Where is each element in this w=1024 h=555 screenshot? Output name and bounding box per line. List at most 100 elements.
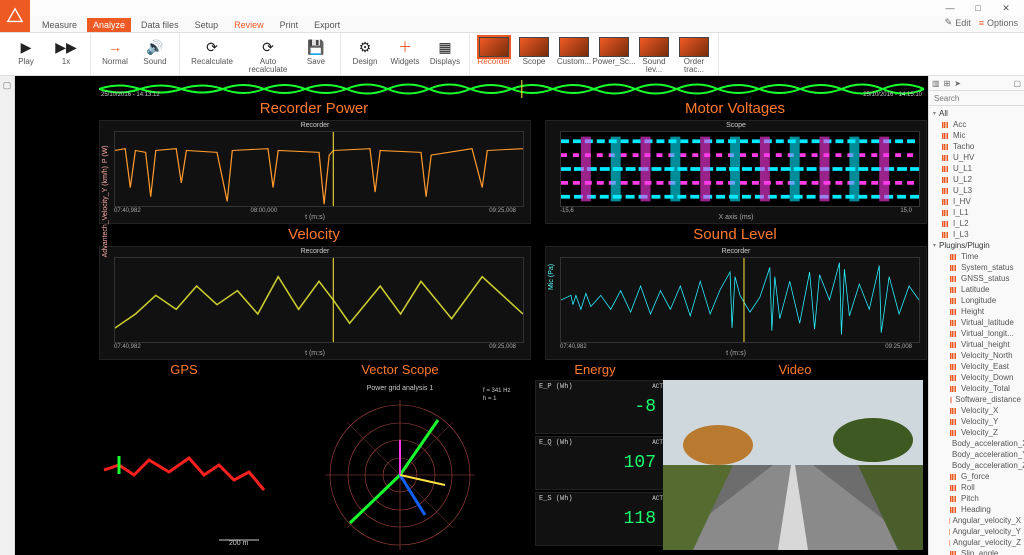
channel-item[interactable]: U_HV — [929, 152, 1024, 163]
tab-datafiles[interactable]: Data files — [135, 18, 185, 32]
title-vector: Vector Scope — [275, 362, 525, 377]
channel-item[interactable]: Velocity_X — [929, 405, 1024, 416]
channel-item[interactable]: Velocity_North — [929, 350, 1024, 361]
play-button[interactable]: ▶Play — [6, 35, 46, 75]
chart-recorder-power[interactable]: Recorder P (W) 07:40,982 08:00,000 09:25… — [99, 120, 531, 224]
channel-item[interactable]: Velocity_Total — [929, 383, 1024, 394]
widgets-button[interactable]: ＋Widgets — [385, 35, 425, 75]
channel-item[interactable]: Body_acceleration_X — [929, 438, 1024, 449]
channel-item[interactable]: Acc — [929, 119, 1024, 130]
recalculate-button[interactable]: ⟳Recalculate — [184, 35, 240, 75]
tab-export[interactable]: Export — [308, 18, 346, 32]
chart-velocity[interactable]: Recorder Advantech_Velocity_Y (km/h) 07:… — [99, 246, 531, 360]
act-label: ACT — [652, 383, 663, 390]
window-close-button[interactable]: ✕ — [992, 1, 1020, 15]
save-button[interactable]: 💾Save — [296, 35, 336, 75]
channel-item[interactable]: Software_distance — [929, 394, 1024, 405]
channel-item[interactable]: G_force — [929, 471, 1024, 482]
video-widget[interactable] — [663, 380, 923, 550]
channel-item[interactable]: Angular_velocity_X — [929, 515, 1024, 526]
normal-mode-button[interactable]: →Normal — [95, 35, 135, 75]
chart-header: Recorder — [546, 248, 926, 255]
tool-tree-icon[interactable]: ⊞ — [944, 79, 951, 88]
channel-item[interactable]: Longitude — [929, 295, 1024, 306]
channel-item[interactable]: Slip_angle — [929, 548, 1024, 555]
channel-list[interactable]: AllAccMicTachoU_HVU_L1U_L2U_L3I_HVI_L1I_… — [929, 106, 1024, 555]
channel-item[interactable]: Virtual_height — [929, 339, 1024, 350]
tab-analyze[interactable]: Analyze — [87, 18, 131, 32]
channel-item[interactable]: Body_acceleration_Z — [929, 460, 1024, 471]
display-custom[interactable]: Custom... — [554, 35, 594, 75]
channel-item[interactable]: I_L1 — [929, 207, 1024, 218]
vector-scope-widget[interactable]: Power grid analysis 1 f = 341 Hz h = 1 — [273, 380, 527, 550]
display-sound-level[interactable]: Sound lev... — [634, 35, 674, 75]
channel-item[interactable]: System_status — [929, 262, 1024, 273]
energy-ep[interactable]: E_P (Wh) ACT -8 — [535, 380, 667, 434]
channel-item[interactable]: I_L2 — [929, 218, 1024, 229]
channel-item[interactable]: Velocity_Z — [929, 427, 1024, 438]
channel-item[interactable]: Velocity_East — [929, 361, 1024, 372]
waveform-icon — [941, 210, 950, 216]
sidebar-group[interactable]: Plugins/Plugin — [929, 240, 1024, 251]
channel-item[interactable]: Virtual_longit... — [929, 328, 1024, 339]
channel-item[interactable]: Angular_velocity_Z — [929, 537, 1024, 548]
channel-item[interactable]: I_L3 — [929, 229, 1024, 240]
tab-print[interactable]: Print — [274, 18, 305, 32]
window-maximize-button[interactable]: □ — [964, 1, 992, 15]
y-axis-label: Advantech_Velocity_Y (km/h) — [102, 166, 109, 257]
timeline-overview[interactable]: 25/10/2016 - 14:13:12 25/10/2016 - 14:15… — [99, 80, 924, 98]
channel-item[interactable]: Body_acceleration_Y — [929, 449, 1024, 460]
auto-refresh-icon: ⟳ — [258, 37, 278, 57]
display-power-sc[interactable]: Power_Sc... — [594, 35, 634, 75]
channel-item[interactable]: U_L1 — [929, 163, 1024, 174]
act-label: ACT — [652, 439, 663, 446]
channel-item[interactable]: Height — [929, 306, 1024, 317]
channel-item[interactable]: Virtual_latitude — [929, 317, 1024, 328]
design-button[interactable]: ⚙Design — [345, 35, 385, 75]
channel-item[interactable]: Time — [929, 251, 1024, 262]
channel-item[interactable]: GNSS_status — [929, 273, 1024, 284]
channel-item[interactable]: Pitch — [929, 493, 1024, 504]
tool-folder-icon[interactable]: ▥ — [932, 79, 940, 88]
channel-item[interactable]: Heading — [929, 504, 1024, 515]
energy-label: E_P (Wh) — [539, 383, 573, 391]
channel-item[interactable]: Angular_velocity_Y — [929, 526, 1024, 537]
display-recorder[interactable]: Recorder — [474, 35, 514, 75]
channel-item[interactable]: I_HV — [929, 196, 1024, 207]
sound-button[interactable]: 🔊Sound — [135, 35, 175, 75]
channel-item[interactable]: Latitude — [929, 284, 1024, 295]
energy-eq[interactable]: E_Q (Wh) ACT 107 — [535, 436, 667, 490]
tab-setup[interactable]: Setup — [189, 18, 225, 32]
chart-motor-voltages[interactable]: Scope — [545, 120, 927, 224]
chart-sound-level[interactable]: Recorder Mic (Pa) 07:40,982 09:25,008 t … — [545, 246, 927, 360]
tool-collapse-icon[interactable]: ▢ — [1013, 79, 1021, 88]
options-button[interactable]: ≡ Options — [979, 17, 1018, 28]
speed-button[interactable]: ▶▶1x — [46, 35, 86, 75]
channel-sidebar: ▥ ⊞ ➤ ▢ AllAccMicTachoU_HVU_L1U_L2U_L3I_… — [928, 76, 1024, 555]
channel-item[interactable]: Tacho — [929, 141, 1024, 152]
window-minimize-button[interactable]: — — [936, 1, 964, 15]
tab-review[interactable]: Review — [228, 18, 270, 32]
channel-item[interactable]: Velocity_Down — [929, 372, 1024, 383]
waveform-icon — [949, 353, 958, 359]
auto-recalculate-button[interactable]: ⟳Auto recalculate — [240, 35, 296, 75]
tab-measure[interactable]: Measure — [36, 18, 83, 32]
gps-widget[interactable]: 200 m — [99, 380, 269, 550]
display-scope[interactable]: Scope — [514, 35, 554, 75]
tool-cursor-icon[interactable]: ➤ — [954, 79, 961, 88]
channel-item[interactable]: U_L2 — [929, 174, 1024, 185]
title-recorder-power: Recorder Power — [99, 100, 529, 117]
display-order-trac[interactable]: Order trac... — [674, 35, 714, 75]
sidebar-group[interactable]: All — [929, 108, 1024, 119]
search-input[interactable] — [932, 93, 1021, 104]
collapse-icon[interactable]: ▢ — [3, 80, 12, 91]
channel-item[interactable]: Mic — [929, 130, 1024, 141]
energy-es[interactable]: E_S (Wh) ACT 118 — [535, 492, 667, 546]
channel-item[interactable]: Roll — [929, 482, 1024, 493]
app-logo[interactable] — [0, 0, 30, 32]
edit-button[interactable]: ✎ Edit — [945, 17, 971, 28]
displays-button[interactable]: ▦Displays — [425, 35, 465, 75]
channel-item[interactable]: Velocity_Y — [929, 416, 1024, 427]
channel-item[interactable]: U_L3 — [929, 185, 1024, 196]
sidebar-search[interactable] — [929, 91, 1024, 106]
